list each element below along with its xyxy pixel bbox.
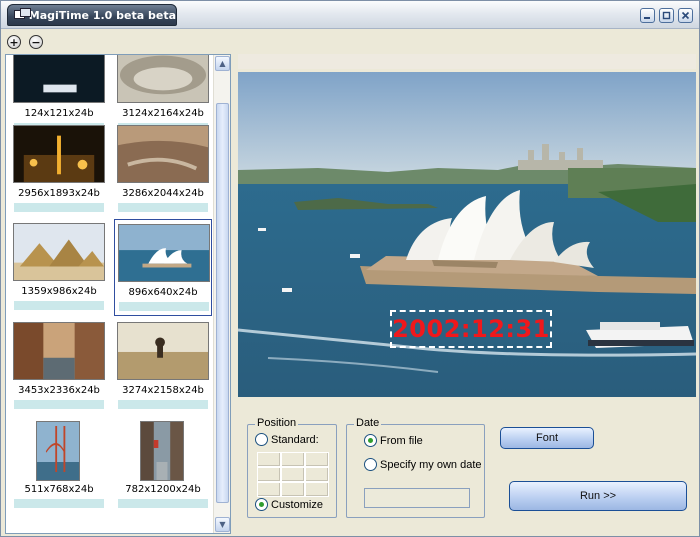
- thumbnail-image: [118, 224, 210, 282]
- thumbnail-caption: 896x640x24b: [128, 287, 198, 298]
- thumbnail-scrollbar[interactable]: ▲ ▼: [213, 55, 230, 533]
- thumbnail-status-bar: [14, 301, 104, 310]
- own-date-input[interactable]: [364, 488, 470, 508]
- title-bar[interactable]: MagiTime 1.0 beta beta: [1, 1, 699, 29]
- thumbnail-image: [36, 421, 80, 481]
- thumbnail-status-bar: [118, 499, 208, 508]
- position-group: Position Standard: Customize: [247, 417, 337, 518]
- preview-photo: [238, 72, 696, 397]
- scroll-up-icon[interactable]: ▲: [215, 56, 230, 71]
- date-group: Date From file Specify my own date: [346, 417, 485, 518]
- thumbnail-image: [117, 322, 209, 380]
- thumbnail-item[interactable]: 896x640x24b: [114, 219, 212, 316]
- run-button[interactable]: Run >>: [509, 481, 687, 511]
- thumbnail-image: [140, 421, 184, 481]
- thumbnail-caption: 124x121x24b: [24, 108, 94, 119]
- position-cell-middle-right[interactable]: [305, 467, 329, 482]
- app-window: MagiTime 1.0 beta beta + − 124x121x24b 31…: [0, 0, 700, 537]
- customize-radio-circle[interactable]: [255, 498, 268, 511]
- date-stamp-text: 2002:12:31: [392, 315, 550, 343]
- thumbnail-status-bar: [14, 203, 104, 212]
- thumbnail-item[interactable]: 782x1200x24b: [114, 417, 212, 514]
- customize-radio[interactable]: Customize: [255, 498, 323, 511]
- thumbnail-status-bar: [14, 400, 104, 409]
- standard-radio[interactable]: Standard:: [255, 433, 319, 446]
- preview-header-strip: [238, 54, 696, 69]
- from-file-radio[interactable]: From file: [364, 434, 423, 447]
- thumbnail-caption: 2956x1893x24b: [18, 188, 100, 199]
- thumbnail-item[interactable]: 511x768x24b: [10, 417, 108, 514]
- from-file-radio-circle[interactable]: [364, 434, 377, 447]
- thumbnail-item[interactable]: 2956x1893x24b: [10, 121, 108, 218]
- scrollbar-thumb[interactable]: [216, 103, 229, 503]
- thumbnail-caption: 3453x2336x24b: [18, 385, 100, 396]
- thumbnail-status-bar: [119, 302, 209, 311]
- app-icon: [14, 8, 31, 22]
- window-title: MagiTime 1.0 beta beta: [28, 8, 176, 22]
- thumbnail-image: [117, 125, 209, 183]
- run-button-label: Run >>: [579, 490, 617, 502]
- thumbnail-caption: 782x1200x24b: [125, 484, 201, 495]
- plus-icon: +: [9, 35, 19, 49]
- own-date-radio-label: Specify my own date: [380, 458, 482, 471]
- standard-radio-circle[interactable]: [255, 433, 268, 446]
- position-cell-bottom-right[interactable]: [305, 482, 329, 497]
- date-group-label: Date: [354, 417, 382, 429]
- position-group-label: Position: [255, 417, 299, 429]
- add-image-button[interactable]: +: [7, 35, 21, 49]
- standard-position-grid: [257, 452, 329, 498]
- thumbnail-caption: 3124x2164x24b: [122, 108, 204, 119]
- position-cell-middle-center[interactable]: [281, 467, 305, 482]
- font-button-label: Font: [535, 432, 558, 444]
- thumbnail-image: [13, 223, 105, 281]
- customize-radio-label: Customize: [271, 498, 323, 511]
- thumbnail-image: [13, 55, 105, 103]
- font-button[interactable]: Font: [500, 427, 594, 449]
- toolbar: + −: [1, 31, 699, 53]
- restore-icon[interactable]: [659, 8, 674, 23]
- thumbnail-caption: 3286x2044x24b: [122, 188, 204, 199]
- thumbnail-image: [13, 125, 105, 183]
- from-file-radio-label: From file: [380, 434, 423, 447]
- window-controls: [640, 8, 693, 23]
- minus-icon: −: [31, 35, 41, 49]
- thumbnail-item[interactable]: 1359x986x24b: [10, 219, 108, 316]
- standard-radio-label: Standard:: [271, 433, 319, 446]
- date-stamp-overlay[interactable]: 2002:12:31: [390, 310, 552, 348]
- thumbnail-item[interactable]: 3453x2336x24b: [10, 318, 108, 415]
- thumbnail-caption: 511x768x24b: [24, 484, 94, 495]
- scroll-down-icon[interactable]: ▼: [215, 517, 230, 532]
- image-preview[interactable]: 2002:12:31: [238, 72, 696, 397]
- thumbnail-image: [13, 322, 105, 380]
- position-cell-middle-left[interactable]: [257, 467, 281, 482]
- thumbnail-caption: 1359x986x24b: [21, 286, 97, 297]
- position-cell-top-left[interactable]: [257, 452, 281, 467]
- position-cell-top-center[interactable]: [281, 452, 305, 467]
- thumbnail-status-bar: [118, 203, 208, 212]
- own-date-radio-circle[interactable]: [364, 458, 377, 471]
- title-tab[interactable]: MagiTime 1.0 beta beta: [7, 4, 177, 26]
- thumbnail-status-bar: [118, 400, 208, 409]
- thumbnail-item[interactable]: 3274x2158x24b: [114, 318, 212, 415]
- position-cell-bottom-left[interactable]: [257, 482, 281, 497]
- own-date-radio[interactable]: Specify my own date: [364, 458, 482, 471]
- position-cell-top-right[interactable]: [305, 452, 329, 467]
- remove-image-button[interactable]: −: [29, 35, 43, 49]
- thumbnail-caption: 3274x2158x24b: [122, 385, 204, 396]
- thumbnail-list[interactable]: 124x121x24b 3124x2164x24b 2956x1893x24b 328…: [5, 54, 231, 534]
- thumbnail-status-bar: [14, 499, 104, 508]
- thumbnail-image: [117, 55, 209, 103]
- close-icon[interactable]: [678, 8, 693, 23]
- minimize-icon[interactable]: [640, 8, 655, 23]
- thumbnail-item[interactable]: 3286x2044x24b: [114, 121, 212, 218]
- position-cell-bottom-center[interactable]: [281, 482, 305, 497]
